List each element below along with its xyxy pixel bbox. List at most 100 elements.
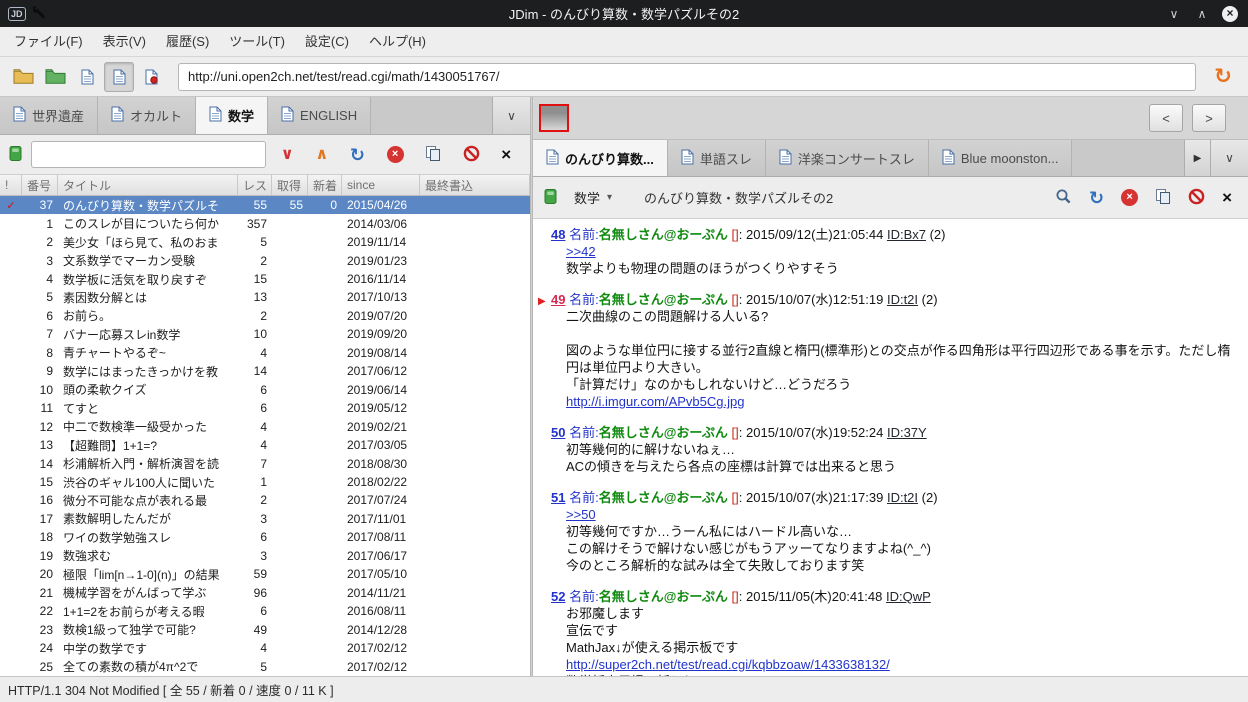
thread-row[interactable]: 13 【超難問】1+1=? 4 2017/03/05 [0, 436, 530, 454]
board-tab-math[interactable]: 数学 [196, 97, 269, 134]
thread-tab-yogaku-concert-sure[interactable]: 洋楽コンサートスレ [765, 140, 929, 176]
image-view-button[interactable] [136, 62, 166, 92]
column-header-res[interactable]: レス [238, 175, 272, 195]
close-tab-icon[interactable]: × [501, 146, 511, 163]
favorites-folder-button[interactable] [8, 62, 38, 92]
thread-row[interactable]: 7 バナー応募スレin数学 10 2019/09/20 [0, 325, 530, 343]
thread-row[interactable]: 25 全ての素数の積が4π^2で 5 2017/02/12 [0, 657, 530, 675]
copy-icon[interactable] [425, 145, 441, 165]
search-icon[interactable] [1055, 188, 1072, 208]
anchor-link[interactable]: >>50 [566, 507, 596, 522]
thread-row[interactable]: 1 このスレが目についたら何か 357 2014/03/06 [0, 214, 530, 232]
prev-tab-button[interactable]: < [1149, 104, 1183, 132]
thread-row[interactable]: 22 1+1=2をお前らが考える暇 6 2016/08/11 [0, 602, 530, 620]
column-header-got[interactable]: 取得 [272, 175, 308, 195]
menu-tools[interactable]: ツール(T) [219, 27, 295, 57]
thread-row[interactable]: 17 素数解明したんだが 3 2017/11/01 [0, 510, 530, 528]
thread-row[interactable]: 14 杉浦解析入門・解析演習を読 7 2018/08/30 [0, 454, 530, 472]
thread-row[interactable]: 5 素因数分解とは 13 2017/10/13 [0, 288, 530, 306]
poster-id-link[interactable]: ID:t2I [887, 490, 918, 505]
minimize-button[interactable]: ∨ [1166, 7, 1182, 21]
close-button[interactable]: × [1222, 5, 1238, 22]
menu-file[interactable]: ファイル(F) [4, 27, 93, 57]
menu-view[interactable]: 表示(V) [93, 27, 156, 57]
post-number-link[interactable]: 50 [551, 425, 565, 440]
cell-number: 22 [39, 604, 53, 619]
post-number-link[interactable]: 52 [551, 589, 565, 604]
thread-tab-nonbiri-sansu[interactable]: のんびり算数... [533, 140, 668, 176]
image-tab-thumbnail[interactable] [539, 104, 569, 132]
refresh-icon[interactable]: ↻ [350, 146, 365, 164]
post-number-link[interactable]: 49 [551, 292, 565, 307]
menu-history[interactable]: 履歴(S) [156, 27, 219, 57]
thread-row[interactable]: 2 美少女「ほら見て、私のおま 5 2019/11/14 [0, 233, 530, 251]
thread-row[interactable]: 10 頭の柔軟クイズ 6 2019/06/14 [0, 381, 530, 399]
stop-icon[interactable]: × [386, 146, 404, 163]
search-down-icon[interactable]: ∨ [281, 146, 294, 163]
post-number-link[interactable]: 48 [551, 227, 565, 242]
cell-since: 2017/07/24 [347, 493, 408, 508]
thread-row[interactable]: 12 中二で数検準一級受かった 4 2019/02/21 [0, 417, 530, 435]
next-tab-button[interactable]: > [1192, 104, 1226, 132]
menu-settings[interactable]: 設定(C) [295, 27, 359, 57]
poster-id-link[interactable]: ID:Bx7 [887, 227, 926, 242]
close-tab-icon[interactable]: × [1222, 189, 1232, 206]
url-link[interactable]: http://i.imgur.com/APvb5Cg.jpg [566, 394, 744, 409]
column-header-title[interactable]: タイトル [58, 175, 238, 195]
thread-view-button[interactable] [104, 61, 134, 92]
copy-icon[interactable] [1155, 188, 1171, 208]
thread-row[interactable]: 16 微分不可能な点が表れる最 2 2017/07/24 [0, 491, 530, 509]
stop-icon[interactable]: × [1121, 189, 1139, 206]
board-tab-occult[interactable]: オカルト [98, 97, 197, 134]
block-icon[interactable] [463, 145, 480, 165]
thread-list: ✓ 37 のんびり算数・数学パズルそ 55 55 0 2015/04/26 1 このスレが目につ… [0, 196, 530, 676]
column-header-since[interactable]: since [342, 175, 420, 195]
column-header-mark[interactable]: ! [0, 175, 22, 195]
board-search-input[interactable] [31, 141, 266, 168]
reload-button[interactable]: ↻ [1206, 62, 1240, 92]
tab-list-dropdown-button[interactable]: ∨ [1210, 140, 1248, 176]
board-select[interactable]: 数学 ▾ [568, 185, 618, 210]
thread-row[interactable]: 19 数強求む 3 2017/06/17 [0, 547, 530, 565]
thread-row[interactable]: 21 機械学習をがんばって学ぶ 96 2014/11/21 [0, 584, 530, 602]
board-tab-world-heritage[interactable]: 世界遺産 [0, 97, 99, 134]
poster-id-link[interactable]: ID:37Y [887, 425, 927, 440]
block-icon[interactable] [1188, 188, 1205, 208]
thread-row[interactable]: 11 てすと 6 2019/05/12 [0, 399, 530, 417]
thread-row[interactable]: 4 数学板に活気を取り戻すぞ 15 2016/11/14 [0, 270, 530, 288]
thread-row[interactable]: 9 数学にはまったきっかけを教 14 2017/06/12 [0, 362, 530, 380]
thread-row[interactable]: 23 数検1級って独学で可能? 49 2014/12/28 [0, 620, 530, 638]
board-view-button[interactable] [72, 62, 102, 92]
cell-mark [0, 565, 22, 583]
menu-help[interactable]: ヘルプ(H) [359, 27, 436, 57]
thread-row[interactable]: 24 中学の数学です 4 2017/02/12 [0, 639, 530, 657]
search-up-icon[interactable]: ∧ [315, 146, 328, 163]
board-list-folder-button[interactable] [40, 62, 70, 92]
thread-row[interactable]: 3 文系数学でマーカン受験 2 2019/01/23 [0, 251, 530, 269]
column-header-num[interactable]: 番号 [22, 175, 58, 195]
poster-id-link[interactable]: ID:t2I [887, 292, 918, 307]
thread-tab-tango-sure[interactable]: 単語スレ [667, 140, 766, 176]
board-tab-english[interactable]: ENGLISH [268, 97, 372, 134]
thread-row[interactable]: ✓ 37 のんびり算数・数学パズルそ 55 55 0 2015/04/26 [0, 196, 530, 215]
tab-scroll-right-button[interactable]: ▶ [1184, 140, 1210, 176]
thread-row[interactable]: 6 お前ら。 2 2019/07/20 [0, 307, 530, 325]
thread-tab-blue-moonstone[interactable]: Blue moonston... [928, 140, 1073, 176]
cell-number: 15 [39, 475, 53, 490]
poster-id-link[interactable]: ID:QwP [886, 589, 931, 604]
refresh-icon[interactable]: ↻ [1089, 189, 1104, 207]
url-link[interactable]: http://super2ch.net/test/read.cgi/kqbbzo… [566, 657, 890, 672]
thread-row[interactable]: 8 青チャートやるぞ~ 4 2019/08/14 [0, 344, 530, 362]
thread-row[interactable]: 18 ワイの数学勉強スレ 6 2017/08/11 [0, 528, 530, 546]
header-colon: : [738, 490, 743, 505]
anchor-link[interactable]: >>42 [566, 244, 596, 259]
column-header-last_write[interactable]: 最終書込 [420, 175, 530, 195]
maximize-button[interactable]: ∧ [1194, 7, 1210, 21]
cell-mark [0, 381, 22, 399]
post-number-link[interactable]: 51 [551, 490, 565, 505]
thread-row[interactable]: 20 極限「lim[n→1-0](n)」の結果 59 2017/05/10 [0, 565, 530, 583]
thread-row[interactable]: 15 渋谷のギャル100人に聞いた 1 2018/02/22 [0, 473, 530, 491]
column-header-new[interactable]: 新着 [308, 175, 342, 195]
url-input[interactable] [178, 62, 1196, 91]
tab-list-dropdown-button[interactable]: ∨ [492, 97, 530, 134]
